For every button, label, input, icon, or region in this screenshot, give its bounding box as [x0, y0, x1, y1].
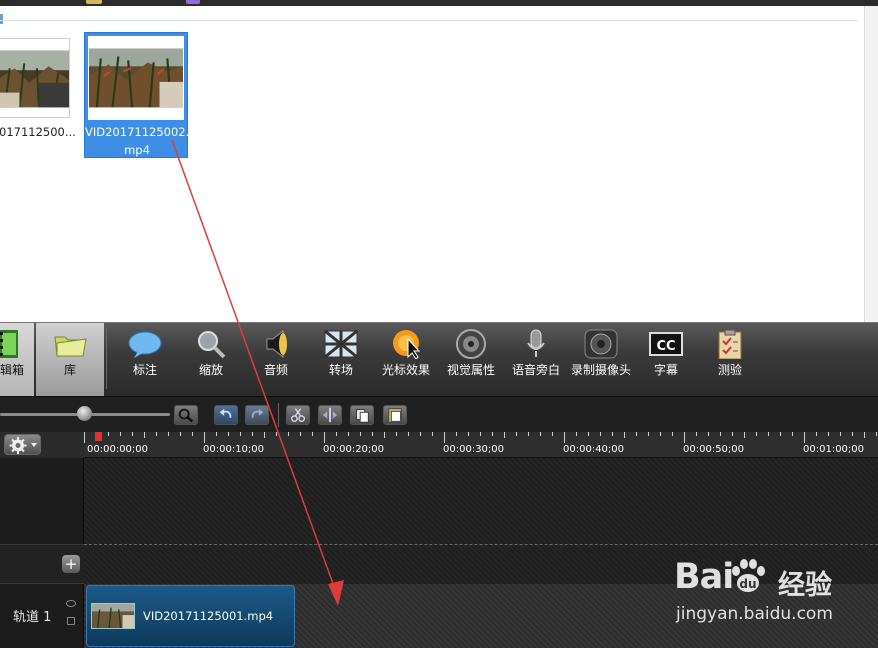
add-track-button[interactable]: +	[62, 555, 80, 573]
task-label: 测验	[717, 363, 742, 377]
timeline-ruler[interactable]: 00:00:00;00 00:00:10;00 00:00:20;00 00:0…	[84, 432, 878, 458]
svg-text:du: du	[739, 577, 756, 591]
task-callouts[interactable]: 标注	[112, 323, 178, 397]
clip-bin-panel: 017112500... VID20171125002. mp4	[0, 0, 878, 322]
toolbar-separator	[106, 327, 107, 389]
undo-button[interactable]	[214, 405, 238, 425]
watermark-cn-text: 经验	[778, 570, 832, 601]
task-record-camera[interactable]: 录制摄像头	[568, 323, 634, 397]
webcam-icon	[584, 329, 618, 359]
task-audio[interactable]: 音频	[244, 323, 308, 397]
transition-icon	[324, 329, 358, 359]
magnifier-icon	[178, 408, 194, 423]
task-voice-narration[interactable]: 语音旁白	[504, 323, 568, 397]
task-label: 视觉属性	[446, 363, 495, 377]
clip-filename-ext: mp4	[124, 143, 150, 157]
paste-icon	[388, 408, 402, 423]
film-strip-icon	[0, 329, 20, 359]
gear-icon	[9, 437, 37, 454]
ruler-label: 00:00:10;00	[203, 444, 265, 455]
track-options-area	[0, 432, 84, 458]
track-name: 轨道 1	[13, 610, 52, 625]
watermark-url: jingyan.baidu.com	[676, 604, 833, 624]
split-button[interactable]	[318, 405, 342, 425]
paw-icon: du	[732, 559, 765, 592]
cut-button[interactable]	[286, 405, 310, 425]
timeline-clip[interactable]: VID20171125001.mp4	[86, 585, 295, 647]
bin-group-marker	[0, 14, 3, 24]
clip-bin-item-selected[interactable]: VID20171125002. mp4	[84, 32, 190, 158]
magnifier-icon	[194, 329, 228, 359]
ruler-label: 00:01:00;00	[803, 444, 865, 455]
svg-text:CC: CC	[656, 339, 675, 354]
camtasia-window: 017112500... VID20171125002. mp4 辑箱 库 标注…	[0, 0, 878, 648]
task-quiz[interactable]: 测验	[698, 323, 762, 397]
task-label: 光标效果	[381, 363, 430, 377]
ruler-label: 00:00:20;00	[323, 444, 385, 455]
task-captions[interactable]: CC 字幕	[634, 323, 698, 397]
task-clip-bin[interactable]: 辑箱	[0, 323, 34, 397]
task-visual-properties[interactable]: 视觉属性	[438, 323, 504, 397]
task-toolbar: 辑箱 库 标注 缩放 音频 转场 光标效果 视觉属性 语音旁白 录制摄像头 CC…	[0, 322, 878, 397]
zoom-in-button[interactable]	[174, 405, 198, 425]
clip-bin-scrollbar[interactable]	[864, 6, 878, 322]
eye-icon[interactable]	[66, 600, 76, 607]
lock-icon[interactable]	[67, 617, 75, 625]
task-label: 语音旁白	[511, 363, 560, 377]
bin-group-divider	[0, 20, 858, 21]
clip-label: VID20171125001.mp4	[143, 609, 274, 623]
clip-thumbnail	[88, 36, 184, 120]
cc-icon: CC	[649, 329, 683, 359]
ruler-label: 00:00:40;00	[563, 444, 625, 455]
clipboard-icon	[713, 329, 747, 360]
clip-bin-item[interactable]: 017112500...	[0, 34, 76, 156]
zoom-slider-handle[interactable]	[77, 406, 92, 421]
empty-track-divider	[84, 544, 878, 545]
split-icon	[322, 407, 338, 423]
playhead-marker[interactable]	[95, 432, 102, 441]
copy-button[interactable]	[350, 405, 374, 425]
timeline-toolbar	[0, 396, 878, 432]
redo-button[interactable]	[245, 405, 269, 425]
task-label: 录制摄像头	[570, 363, 631, 377]
task-cursor-effects[interactable]: 光标效果	[374, 323, 438, 397]
task-label: 辑箱	[0, 363, 25, 377]
baidu-jingyan-watermark: Bai du 经验 jingyan.baidu.com	[674, 557, 874, 627]
undo-icon	[219, 408, 232, 418]
clip-filename: VID20171125002.	[85, 125, 190, 139]
ruler-label: 00:00:00;00	[87, 444, 149, 455]
visual-properties-icon	[454, 329, 488, 359]
paste-button[interactable]	[383, 405, 407, 425]
task-zoom[interactable]: 缩放	[178, 323, 244, 397]
task-label: 缩放	[198, 363, 223, 377]
microphone-icon	[519, 329, 553, 359]
toolbar-separator	[278, 403, 279, 427]
task-label: 转场	[328, 363, 353, 377]
ruler-label: 00:00:30;00	[443, 444, 505, 455]
scissors-icon	[291, 408, 305, 422]
folder-icon	[53, 329, 87, 359]
task-transitions[interactable]: 转场	[308, 323, 374, 397]
task-label: 库	[63, 363, 76, 377]
task-label: 音频	[263, 363, 288, 377]
track-options-button[interactable]	[4, 434, 41, 455]
redo-icon	[251, 408, 264, 418]
speech-bubble-icon	[128, 329, 162, 359]
task-library[interactable]: 库	[36, 323, 104, 397]
task-label: 字幕	[653, 363, 678, 377]
watermark-logo-text: Bai	[674, 557, 734, 597]
cursor-effect-icon	[389, 329, 423, 360]
speaker-icon	[259, 329, 293, 359]
ruler-label: 00:00:50;00	[683, 444, 745, 455]
clip-thumbnail	[91, 603, 135, 629]
top-strip	[0, 0, 878, 6]
task-label: 标注	[132, 363, 157, 377]
clip-filename: 017112500...	[0, 125, 76, 139]
copy-icon	[356, 409, 369, 423]
clip-thumbnail	[0, 38, 70, 118]
